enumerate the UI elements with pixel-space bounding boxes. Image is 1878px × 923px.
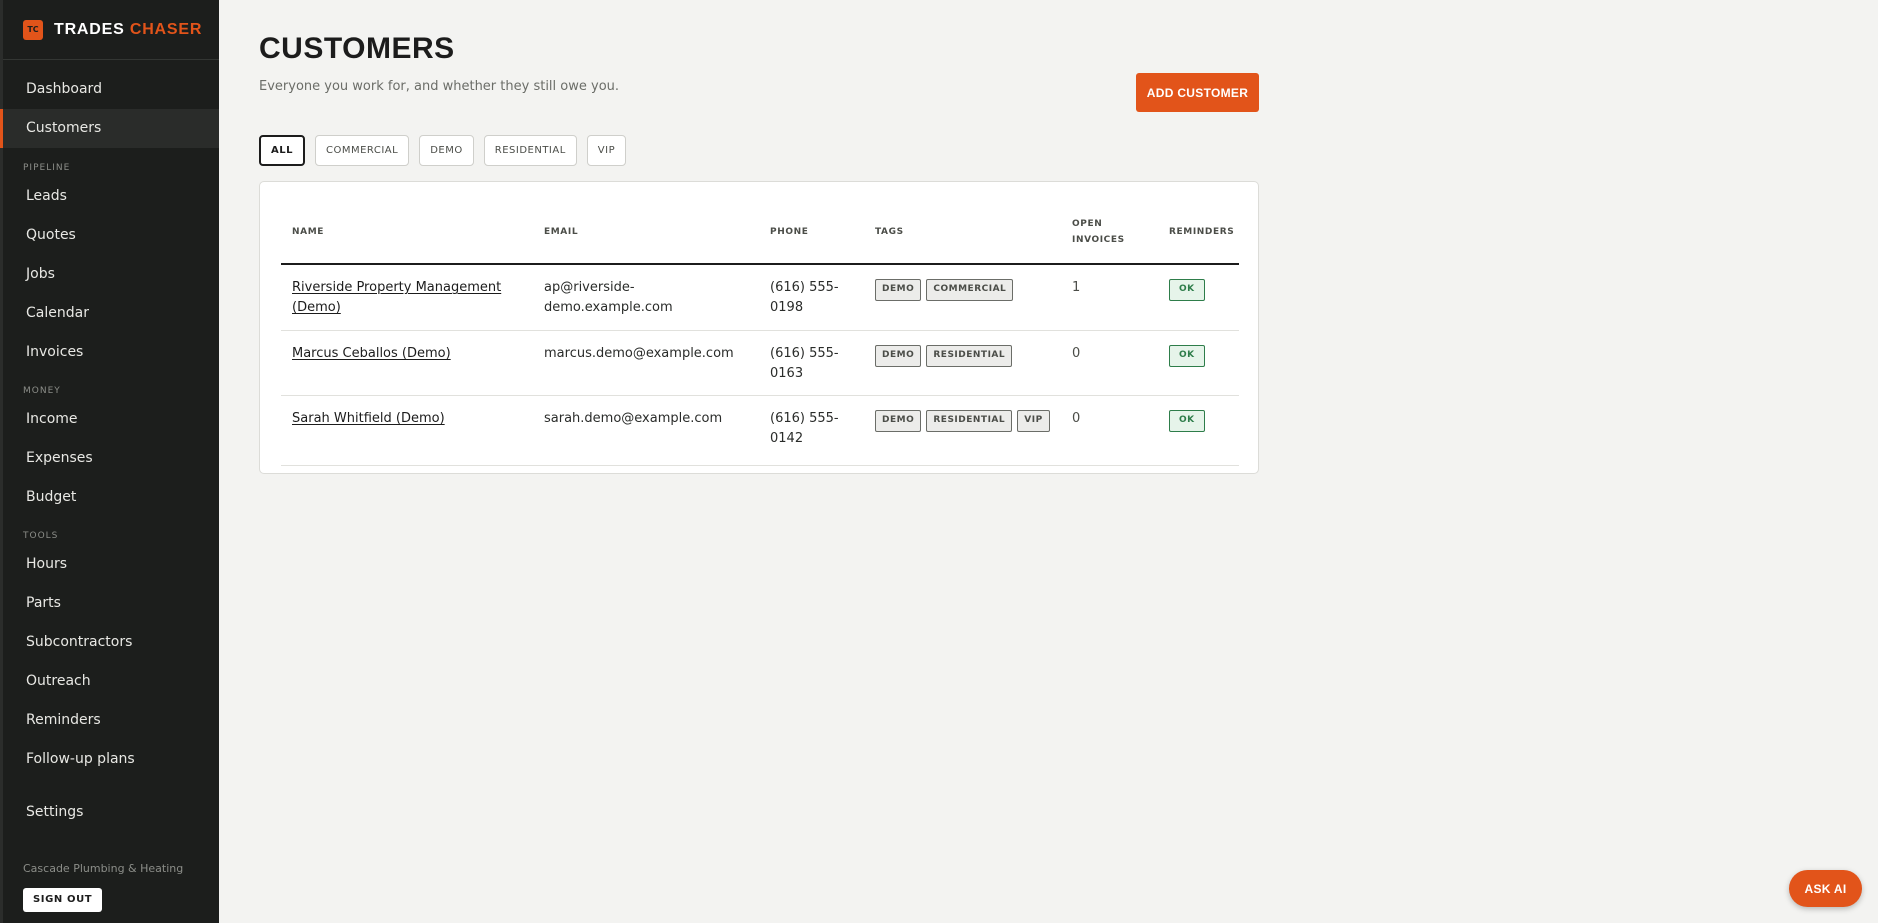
add-customer-button[interactable]: ADD CUSTOMER	[1136, 73, 1259, 112]
tag-badge: RESIDENTIAL	[926, 409, 1013, 432]
cell-tags: DEMO RESIDENTIAL	[864, 330, 1061, 396]
filter-residential[interactable]: RESIDENTIAL	[483, 135, 577, 166]
reminder-status-badge: OK	[1169, 279, 1205, 301]
cell-open-invoices: 1	[1061, 264, 1158, 331]
nav-section-pipeline: PIPELINE	[23, 163, 71, 173]
sidebar-item-leads[interactable]: Leads	[3, 177, 219, 216]
brand-logo-icon: TC	[23, 19, 43, 40]
sidebar-item-outreach[interactable]: Outreach	[3, 662, 219, 701]
reminder-status-badge: OK	[1169, 344, 1205, 367]
tag-filters: ALL COMMERCIAL DEMO RESIDENTIAL VIP	[259, 135, 627, 166]
sidebar-item-parts[interactable]: Parts	[3, 584, 219, 623]
column-header-name[interactable]: NAME	[281, 200, 533, 265]
filter-commercial[interactable]: COMMERCIAL	[314, 135, 410, 166]
sidebar-item-quotes[interactable]: Quotes	[3, 216, 219, 255]
filter-vip[interactable]: VIP	[586, 135, 627, 166]
column-header-tags[interactable]: TAGS	[864, 200, 1061, 265]
customers-table: NAME EMAIL PHONE TAGS OPEN INVOICES REMIN…	[281, 200, 1239, 466]
sidebar-item-settings[interactable]: Settings	[3, 793, 219, 832]
cell-phone: (616) 555-0142	[759, 395, 864, 466]
sidebar-item-reminders[interactable]: Reminders	[3, 701, 219, 740]
cell-open-invoices: 0	[1061, 330, 1158, 396]
cell-email: marcus.demo@example.com	[533, 330, 759, 396]
nav-section-money: MONEY	[23, 386, 61, 396]
cell-email: ap@riverside-demo.example.com	[533, 264, 759, 331]
filter-demo[interactable]: DEMO	[419, 135, 474, 166]
sidebar-item-hours[interactable]: Hours	[3, 545, 219, 584]
cell-phone: (616) 555-0198	[759, 264, 864, 331]
sidebar-item-income[interactable]: Income	[3, 400, 219, 439]
sidebar-item-customers[interactable]: Customers	[0, 109, 219, 148]
tag-badge: DEMO	[875, 344, 922, 367]
ask-ai-button[interactable]: ASK AI	[1789, 870, 1862, 907]
cell-name: Sarah Whitfield (Demo)	[281, 395, 533, 466]
cell-email: sarah.demo@example.com	[533, 395, 759, 466]
customer-name-link[interactable]: Riverside Property Management (Demo)	[292, 280, 501, 315]
cell-tags: DEMO COMMERCIAL	[864, 264, 1061, 331]
reminder-status-badge: OK	[1169, 409, 1205, 432]
tag-badge: COMMERCIAL	[926, 279, 1014, 301]
column-header-reminders[interactable]: REMINDERS	[1158, 200, 1239, 265]
tag-badge: VIP	[1017, 409, 1050, 432]
brand-name-part1: TRADES	[54, 20, 125, 38]
customers-card: NAME EMAIL PHONE TAGS OPEN INVOICES REMIN…	[259, 181, 1259, 474]
tag-badge: DEMO	[875, 409, 922, 432]
cell-name: Riverside Property Management (Demo)	[281, 264, 533, 331]
cell-reminders: OK	[1158, 264, 1239, 331]
org-name: Cascade Plumbing & Heating	[23, 862, 184, 875]
brand-name-part2: CHASER	[129, 20, 203, 38]
column-header-open-invoices-line1: OPEN	[1072, 218, 1103, 229]
tag-badge: RESIDENTIAL	[926, 344, 1013, 367]
brand[interactable]: TC TRADES CHASER	[3, 0, 219, 60]
customer-name-link[interactable]: Sarah Whitfield (Demo)	[292, 411, 445, 426]
cell-open-invoices: 0	[1061, 395, 1158, 466]
table-header-row: NAME EMAIL PHONE TAGS OPEN INVOICES REMIN…	[281, 200, 1239, 265]
sidebar-item-subcontractors[interactable]: Subcontractors	[3, 623, 219, 662]
table-row[interactable]: Marcus Ceballos (Demo) marcus.demo@examp…	[281, 330, 1239, 396]
sidebar-item-budget[interactable]: Budget	[3, 478, 219, 517]
column-header-open-invoices-line2: INVOICES	[1072, 234, 1125, 245]
filter-all[interactable]: ALL	[259, 135, 305, 166]
page-title: CUSTOMERS	[259, 32, 455, 65]
table-row[interactable]: Riverside Property Management (Demo) ap@…	[281, 264, 1239, 331]
column-header-email[interactable]: EMAIL	[533, 200, 759, 265]
sidebar-item-jobs[interactable]: Jobs	[3, 255, 219, 294]
customer-name-link[interactable]: Marcus Ceballos (Demo)	[292, 346, 451, 361]
cell-name: Marcus Ceballos (Demo)	[281, 330, 533, 396]
tag-badge: DEMO	[875, 279, 922, 301]
sidebar-item-invoices[interactable]: Invoices	[3, 333, 219, 372]
nav-section-tools: TOOLS	[23, 531, 59, 541]
sidebar-item-follow-up-plans[interactable]: Follow-up plans	[3, 740, 219, 779]
sidebar: TC TRADES CHASER Dashboard Customers PIP…	[0, 0, 219, 923]
sidebar-item-dashboard[interactable]: Dashboard	[3, 70, 219, 109]
page-subtitle: Everyone you work for, and whether they …	[259, 79, 620, 94]
column-header-phone[interactable]: PHONE	[759, 200, 864, 265]
sidebar-item-expenses[interactable]: Expenses	[3, 439, 219, 478]
column-header-open-invoices[interactable]: OPEN INVOICES	[1061, 200, 1158, 265]
cell-reminders: OK	[1158, 395, 1239, 466]
brand-name: TRADES CHASER	[54, 21, 202, 39]
cell-tags: DEMO RESIDENTIAL VIP	[864, 395, 1061, 466]
sidebar-item-calendar[interactable]: Calendar	[3, 294, 219, 333]
cell-phone: (616) 555-0163	[759, 330, 864, 396]
cell-reminders: OK	[1158, 330, 1239, 396]
table-row[interactable]: Sarah Whitfield (Demo) sarah.demo@exampl…	[281, 395, 1239, 466]
sign-out-button[interactable]: SIGN OUT	[23, 888, 103, 912]
